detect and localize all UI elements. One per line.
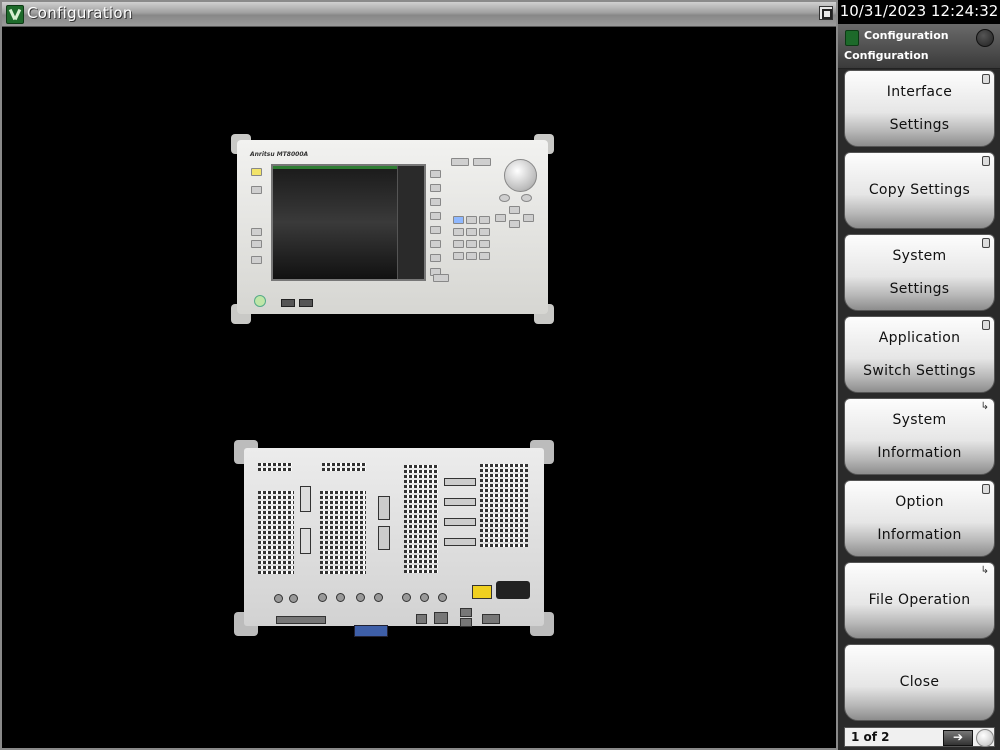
window-titlebar: Configuration	[2, 2, 836, 27]
warning-label	[472, 585, 492, 599]
lock-icon	[982, 238, 990, 248]
instrument-canvas: Anritsu MT8000A	[2, 27, 836, 748]
gpib-port	[354, 625, 388, 637]
softkey-interface-settings[interactable]: Interface Settings	[844, 70, 995, 147]
softkey-close[interactable]: Close	[844, 644, 995, 721]
softkey-file-operation[interactable]: ↳ File Operation	[844, 562, 995, 639]
softkey-pager: 1 of 2 ➔	[844, 727, 995, 747]
configuration-icon	[6, 5, 24, 24]
usb-port	[460, 608, 472, 617]
softkey-system-information[interactable]: ↳ System Information	[844, 398, 995, 475]
scsi-port	[276, 616, 326, 624]
softkey-panel-subtitle: Configuration	[844, 49, 929, 62]
submenu-arrow-icon: ↳	[980, 401, 990, 412]
instrument-rear-panel-image	[234, 440, 554, 637]
power-inlet	[496, 581, 530, 599]
softkey-label: System Information	[877, 411, 962, 461]
instrument-brand: Anritsu MT8000A	[250, 151, 309, 158]
rotary-knob	[504, 159, 537, 192]
usb-port	[299, 299, 313, 307]
softkey-panel: Configuration Configuration Interface Se…	[838, 24, 1000, 750]
instrument-front-panel-image: Anritsu MT8000A	[231, 134, 554, 324]
softkey-copy-settings[interactable]: Copy Settings	[844, 152, 995, 229]
softkey-option-information[interactable]: Option Information	[844, 480, 995, 557]
softkey-label: Application Switch Settings	[863, 329, 976, 379]
configuration-icon	[845, 30, 859, 46]
softkey-panel-header: Configuration Configuration	[838, 24, 1000, 69]
softkey-application-switch-settings[interactable]: Application Switch Settings	[844, 316, 995, 393]
submenu-arrow-icon: ↳	[980, 565, 990, 576]
usb-port	[460, 618, 472, 627]
softkey-label: System Settings	[889, 247, 950, 297]
page-indicator: 1 of 2	[851, 730, 890, 744]
lock-icon	[982, 156, 990, 166]
lock-icon	[982, 74, 990, 84]
softkey-panel-title: Configuration	[864, 29, 949, 42]
lock-icon	[982, 320, 990, 330]
next-page-button[interactable]: ➔	[943, 730, 973, 746]
lock-icon	[982, 484, 990, 494]
softkey-label: Interface Settings	[886, 83, 953, 133]
softkey-system-settings[interactable]: System Settings	[844, 234, 995, 311]
maximize-icon[interactable]	[819, 6, 833, 20]
usb-b-port	[416, 614, 427, 624]
ethernet-port	[434, 612, 448, 624]
main-window: Configuration Anritsu MT8000A	[0, 0, 838, 750]
status-indicator-icon	[976, 729, 994, 747]
arrow-right-icon: ➔	[952, 730, 964, 744]
instrument-screen	[271, 164, 426, 281]
softkey-label: File Operation	[868, 592, 971, 608]
datetime-display: 10/31/2023 12:24:32	[838, 0, 1000, 24]
window-title: Configuration	[27, 4, 133, 22]
serial-port	[482, 614, 500, 624]
softkey-label: Copy Settings	[868, 182, 971, 198]
usb-port	[281, 299, 295, 307]
power-button	[254, 295, 266, 307]
softkey-label: Close	[899, 674, 940, 690]
softkey-label: Option Information	[877, 493, 962, 543]
status-indicator-icon	[976, 29, 994, 47]
